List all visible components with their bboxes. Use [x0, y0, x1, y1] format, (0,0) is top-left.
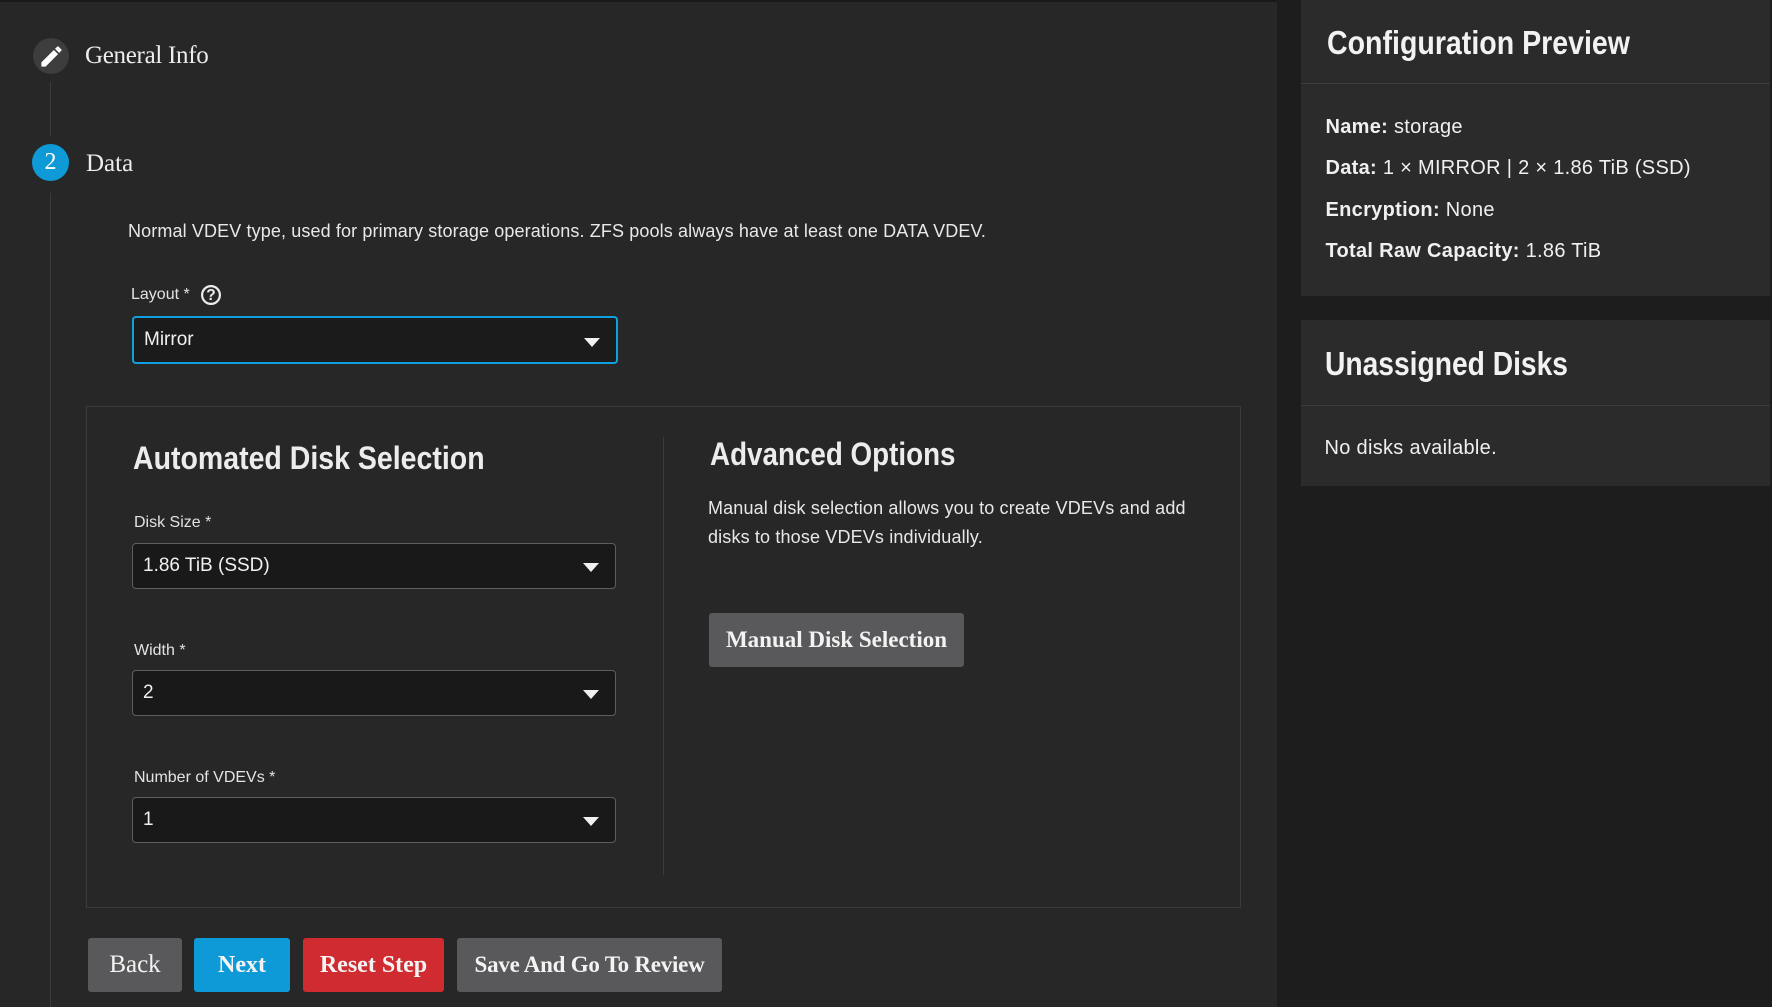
svg-text:?: ?: [206, 287, 215, 304]
